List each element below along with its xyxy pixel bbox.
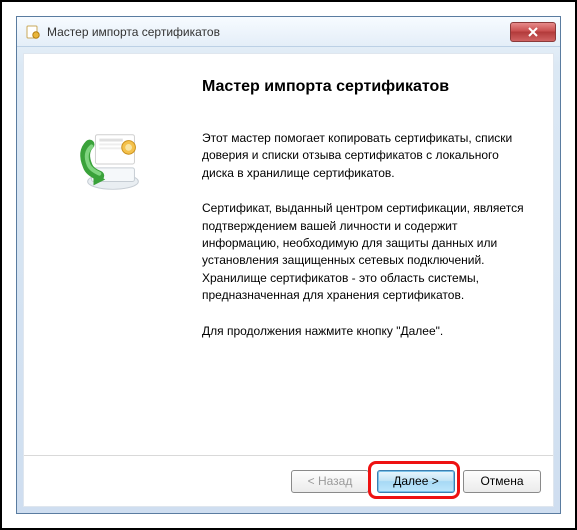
icon-panel — [24, 54, 202, 455]
client-area: Мастер импорта сертификатов Этот мастер … — [23, 53, 554, 507]
certificate-app-icon — [25, 24, 41, 40]
wizard-content: Мастер импорта сертификатов Этот мастер … — [24, 54, 553, 455]
back-button: < Назад — [291, 470, 369, 493]
wizard-heading: Мастер импорта сертификатов — [202, 78, 525, 96]
text-panel: Мастер импорта сертификатов Этот мастер … — [202, 54, 553, 455]
wizard-intro-paragraph: Этот мастер помогает копировать сертифик… — [202, 130, 525, 182]
wizard-continue-paragraph: Для продолжения нажмите кнопку "Далее". — [202, 323, 525, 340]
certificate-import-icon — [74, 132, 152, 192]
cancel-button[interactable]: Отмена — [463, 470, 541, 493]
wizard-window: Мастер импорта сертификатов — [16, 16, 561, 514]
close-button[interactable] — [510, 22, 556, 42]
next-button[interactable]: Далее > — [377, 470, 455, 493]
wizard-description-paragraph: Сертификат, выданный центром сертификаци… — [202, 200, 525, 304]
close-icon — [527, 27, 539, 37]
button-bar: < Назад Далее > Отмена — [24, 456, 553, 506]
window-title: Мастер импорта сертификатов — [47, 25, 510, 39]
titlebar[interactable]: Мастер импорта сертификатов — [17, 17, 560, 47]
